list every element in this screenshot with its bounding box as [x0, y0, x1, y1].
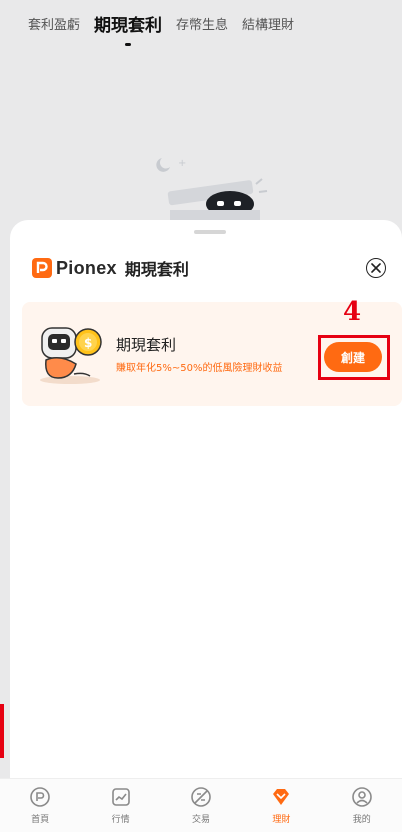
nav-item-wealth[interactable]: 理財 [251, 786, 311, 825]
tab-savings[interactable]: 存幣生息 [176, 14, 228, 33]
nav-item-home[interactable]: 首頁 [10, 786, 70, 825]
home-icon [30, 787, 50, 807]
brand-name: Pionex [56, 257, 117, 278]
nav-label-market: 行情 [111, 815, 130, 825]
nav-label-wealth: 理財 [272, 815, 291, 825]
close-button[interactable] [366, 258, 386, 278]
top-tab-bar: 套利盈虧 期現套利 存幣生息 結構理財 [0, 0, 402, 46]
nav-label-profile: 我的 [352, 815, 371, 825]
tab-structured-products[interactable]: 結構理財 [242, 14, 294, 33]
profile-icon [351, 787, 372, 807]
diamond-icon [273, 789, 290, 805]
svg-text:+: + [178, 158, 186, 169]
annotation-marker [0, 704, 4, 758]
nav-item-trade[interactable]: 交易 [171, 786, 231, 825]
close-icon [371, 263, 381, 273]
svg-text:$: $ [84, 336, 92, 350]
nav-label-trade: 交易 [191, 815, 210, 825]
sheet-title: 期現套利 [124, 260, 189, 279]
highlight-box [318, 335, 390, 380]
nav-item-market[interactable]: 行情 [91, 786, 151, 825]
card-title: 期現套利 [116, 336, 177, 354]
nav-label-home: 首頁 [31, 815, 50, 825]
robot-coin-icon: $ [40, 327, 102, 384]
nav-item-profile[interactable]: 我的 [332, 786, 392, 825]
tab-arbitrage-pnl[interactable]: 套利盈虧 [28, 14, 80, 33]
pionex-logo-icon [32, 258, 52, 278]
sheet-grabber[interactable] [194, 230, 226, 234]
trade-icon [191, 787, 211, 807]
tab-spot-futures-arbitrage[interactable]: 期現套利 [94, 11, 162, 36]
market-chart-icon [111, 788, 130, 806]
bottom-nav: 首頁 行情 交易 理財 我的 [0, 778, 402, 832]
step-number-label: 4 [343, 297, 362, 327]
robot-illustration: + [156, 158, 268, 228]
sheet-header: Pionex 期現套利 [32, 256, 189, 280]
card-description: 賺取年化5%~50%的低風險理財收益 [116, 363, 283, 374]
